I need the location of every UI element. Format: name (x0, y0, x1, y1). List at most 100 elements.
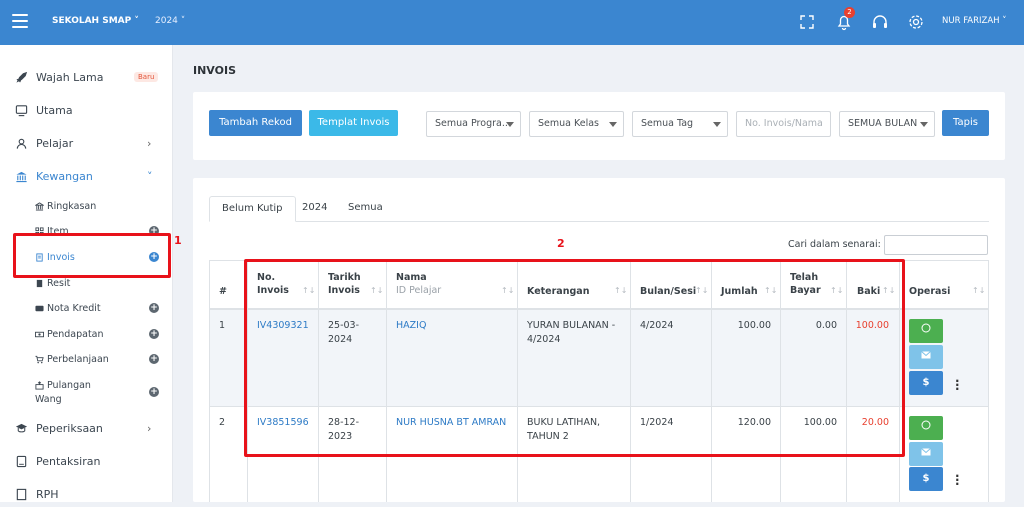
add-icon[interactable]: + (149, 303, 159, 313)
sidebar-sub-pendapatan[interactable]: Pendapatan + (0, 326, 173, 346)
add-icon[interactable]: + (149, 329, 159, 339)
tab-belum-kutip[interactable]: Belum Kutip (209, 196, 296, 222)
class-select[interactable]: Semua Kelas (529, 111, 624, 137)
school-name: SEKOLAH SMAP (52, 16, 132, 26)
header-num: # (219, 286, 227, 297)
sidebar-item-wajah-lama[interactable]: Wajah Lama Baru (0, 66, 173, 90)
whatsapp-icon (921, 323, 931, 333)
program-select[interactable]: Semua Progra... (426, 111, 521, 137)
more-options-icon[interactable]: · · · (955, 470, 960, 490)
sidebar-item-label: RPH (36, 488, 59, 501)
chevron-right-icon: › (147, 137, 152, 150)
add-record-button[interactable]: Tambah Rekod (209, 110, 302, 136)
sidebar-sub-label: Ringkasan (47, 201, 97, 212)
sidebar-item-label: Kewangan (36, 170, 93, 183)
top-bar: SEKOLAH SMAP ˅ 2024 ˅ 2 NUR FARIZAH ˅ (0, 0, 1024, 45)
dollar-icon: $ (922, 473, 930, 484)
envelope-icon (921, 448, 931, 456)
table-col-border (209, 260, 210, 502)
headset-icon[interactable] (870, 12, 890, 32)
sidebar-sub-label: Nota Kredit (47, 303, 101, 314)
sidebar-item-label: Wajah Lama (36, 71, 104, 84)
email-button[interactable] (909, 442, 943, 466)
chevron-down-icon: ˅ (147, 170, 153, 183)
whatsapp-button[interactable] (909, 416, 943, 440)
new-badge: Baru (134, 72, 159, 82)
caret-down-icon (713, 122, 721, 127)
bank-small-icon (35, 202, 44, 211)
caret-down-icon (920, 122, 928, 127)
add-icon[interactable]: + (149, 387, 159, 397)
sidebar-sub-nota-kredit[interactable]: Nota Kredit + (0, 300, 173, 320)
row1-num: 1 (219, 320, 226, 331)
year-value: 2024 (155, 16, 178, 26)
book-icon (16, 455, 27, 468)
sidebar-sub-resit[interactable]: Resit (0, 275, 173, 295)
email-button[interactable] (909, 345, 943, 369)
highlight-box-invois (13, 233, 171, 278)
tab-2024[interactable]: 2024 (302, 196, 327, 222)
notification-badge: 2 (844, 7, 855, 18)
gear-icon[interactable] (906, 12, 926, 32)
sidebar-sub-ringkasan[interactable]: Ringkasan (0, 198, 173, 218)
document-icon (16, 488, 27, 501)
filter-button[interactable]: Tapis (942, 110, 989, 136)
whatsapp-icon (921, 420, 931, 430)
table-search-input[interactable] (884, 235, 988, 255)
annotation-label-2: 2 (557, 237, 565, 250)
year-selector[interactable]: 2024 ˅ (155, 16, 185, 26)
sidebar-sub-pulangan-wang[interactable]: Pulangan Wang + (0, 377, 173, 407)
receipt-icon (36, 279, 43, 288)
invoice-template-button[interactable]: Templat Invois (309, 110, 398, 136)
class-select-value: Semua Kelas (538, 118, 600, 129)
chevron-right-icon: › (147, 422, 152, 435)
sidebar-sub-perbelanjaan[interactable]: Perbelanjaan + (0, 351, 173, 371)
sidebar-item-rph[interactable]: RPH (0, 483, 173, 507)
dollar-icon: $ (922, 377, 930, 388)
graduation-icon (15, 423, 28, 433)
fullscreen-icon[interactable] (797, 12, 817, 32)
user-icon (16, 138, 27, 149)
program-select-value: Semua Progra... (435, 118, 511, 129)
tab-semua[interactable]: Semua (348, 196, 383, 222)
credit-card-icon (35, 305, 44, 312)
user-name: NUR FARIZAH (942, 16, 1000, 26)
user-menu[interactable]: NUR FARIZAH ˅ (942, 16, 1007, 26)
header-ops: Operasi (909, 286, 951, 297)
tag-select[interactable]: Semua Tag (632, 111, 728, 137)
caret-down-icon (609, 122, 617, 127)
sidebar-sub-label: Resit (47, 278, 71, 289)
annotation-label-1: 1 (174, 234, 182, 247)
sidebar-item-label: Peperiksaan (36, 422, 103, 435)
payment-button[interactable]: $ (909, 371, 943, 395)
sort-icon[interactable]: ↑↓ (972, 286, 985, 295)
sidebar-item-label: Pelajar (36, 137, 74, 150)
sidebar-item-pelajar[interactable]: Pelajar › (0, 132, 173, 156)
month-select[interactable]: SEMUA BULAN (839, 111, 935, 137)
payment-button[interactable]: $ (909, 467, 943, 491)
highlight-box-table (244, 259, 905, 457)
cart-icon (35, 355, 44, 364)
sidebar-sub-label: Pendapatan (47, 329, 104, 340)
sidebar-item-label: Pentaksiran (36, 455, 101, 468)
sidebar-sub-label: Perbelanjaan (47, 354, 109, 365)
more-options-icon[interactable]: · · · (955, 375, 960, 395)
caret-down-icon (506, 122, 514, 127)
sidebar-item-peperiksaan[interactable]: Peperiksaan › (0, 417, 173, 441)
add-icon[interactable]: + (149, 354, 159, 364)
sidebar-item-label: Utama (36, 104, 73, 117)
page-title: INVOIS (193, 64, 236, 77)
row2-num: 2 (219, 417, 226, 428)
school-selector[interactable]: SEKOLAH SMAP ˅ (52, 16, 139, 26)
whatsapp-button[interactable] (909, 319, 943, 343)
menu-icon[interactable] (12, 14, 28, 28)
sidebar-item-pentaksiran[interactable]: Pentaksiran (0, 450, 173, 474)
invoice-search-input[interactable]: No. Invois/Nama (736, 111, 831, 137)
rocket-icon (16, 71, 28, 83)
table-search-label: Cari dalam senarai: (788, 239, 881, 250)
sidebar-item-utama[interactable]: Utama (0, 99, 173, 123)
bank-icon (16, 171, 27, 183)
monitor-icon (15, 105, 28, 117)
sidebar-item-kewangan[interactable]: Kewangan ˅ (0, 165, 173, 189)
envelope-icon (921, 351, 931, 359)
